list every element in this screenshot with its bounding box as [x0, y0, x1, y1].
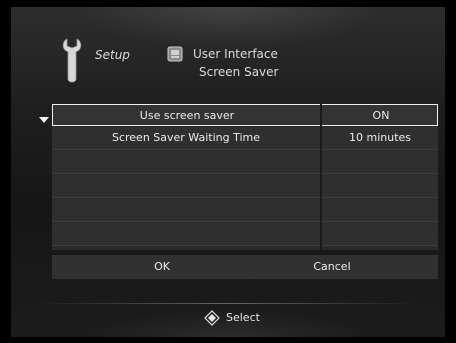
setting-value: 10 minutes — [348, 131, 412, 144]
setting-value — [322, 199, 438, 221]
button-bar: OK Cancel — [52, 255, 438, 279]
ok-button[interactable]: OK — [142, 255, 182, 279]
setting-value — [322, 223, 438, 245]
column-divider — [320, 104, 322, 250]
user-interface-label: User Interface — [193, 47, 278, 61]
setting-name — [52, 199, 320, 221]
down-arrow-icon — [39, 117, 49, 123]
setting-name: Use screen saver — [139, 109, 235, 122]
setting-value — [322, 175, 438, 197]
settings-row-use-screen-saver[interactable]: Use screen saver ON — [52, 104, 438, 126]
settings-row-empty — [52, 223, 438, 246]
directional-pad-icon — [204, 310, 220, 326]
settings-row-empty — [52, 151, 438, 174]
header: Setup User Interface Screen Saver — [49, 37, 429, 97]
setting-name — [52, 223, 320, 245]
settings-row-empty — [52, 199, 438, 222]
cancel-button[interactable]: Cancel — [292, 255, 372, 279]
screen: Setup User Interface Screen Saver Use sc… — [11, 7, 445, 337]
setting-name: Screen Saver Waiting Time — [111, 131, 261, 144]
settings-panel: Use screen saver ON Screen Saver Waiting… — [52, 104, 438, 250]
user-interface-icon — [167, 46, 183, 62]
setting-value: ON — [372, 109, 390, 122]
setting-name — [52, 175, 320, 197]
setting-name — [52, 151, 320, 173]
settings-row-empty — [52, 175, 438, 198]
select-label: Select — [226, 311, 260, 324]
screen-saver-title: Screen Saver — [199, 65, 279, 79]
setup-label: Setup — [95, 48, 130, 62]
setting-value — [322, 151, 438, 173]
settings-row-waiting-time[interactable]: Screen Saver Waiting Time 10 minutes — [52, 127, 438, 150]
wrench-icon — [62, 38, 82, 83]
footer-divider — [36, 303, 420, 304]
